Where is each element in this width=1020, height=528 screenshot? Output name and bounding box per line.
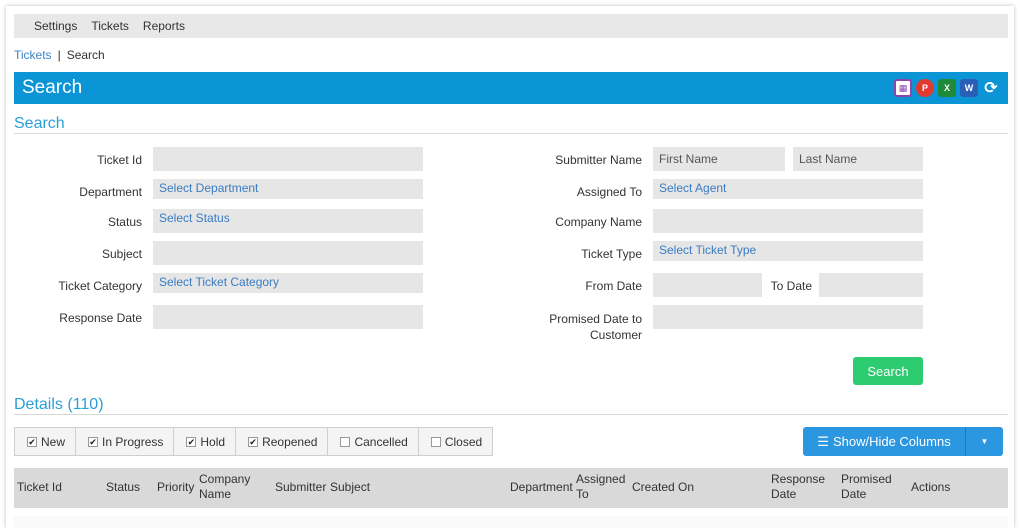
subject-input[interactable] — [153, 241, 423, 265]
promised-date-label-line1: Promised Date to — [549, 312, 642, 326]
search-section-divider — [14, 133, 1008, 134]
col-company-name[interactable]: Company Name — [199, 472, 250, 502]
refresh-icon[interactable]: ⟳ — [982, 79, 1000, 97]
submitter-name-label: Submitter Name — [555, 153, 642, 167]
status-select[interactable]: Select Status — [153, 209, 423, 233]
ticket-category-label: Ticket Category — [58, 279, 142, 293]
app-frame: Settings Tickets Reports Tickets | Search … — [6, 6, 1014, 528]
filter-new-checkbox[interactable]: ✔ — [27, 436, 37, 447]
response-date-input[interactable] — [153, 305, 423, 329]
to-date-label: To Date — [770, 279, 812, 293]
export-toolbar: ▦ P X W ⟳ — [894, 79, 1000, 97]
promised-date-label: Promised Date to Customer — [486, 311, 642, 343]
col-ticket-id[interactable]: Ticket Id — [17, 480, 62, 495]
status-filter-group: ✔ New ✔ In Progress ✔ Hold ✔ Reopened Cancel… — [14, 427, 494, 456]
filter-reopened-checkbox[interactable]: ✔ — [248, 436, 259, 447]
menu-icon: ☰ — [817, 433, 829, 449]
filter-reopened[interactable]: ✔ Reopened — [235, 427, 329, 456]
page-header: Search ▦ P X W ⟳ — [14, 72, 1008, 104]
department-label: Department — [79, 185, 142, 199]
filter-closed-checkbox[interactable] — [430, 436, 441, 447]
breadcrumb-separator: | — [57, 48, 61, 62]
columns-dropdown-toggle[interactable]: ▼ — [965, 427, 1003, 456]
show-hide-columns-label: Show/Hide Columns — [832, 434, 951, 449]
filter-new[interactable]: ✔ New — [14, 427, 77, 456]
department-select[interactable]: Select Department — [153, 179, 423, 199]
word-icon[interactable]: W — [960, 79, 978, 97]
promised-date-label-line2: Customer — [589, 328, 642, 342]
excel-icon[interactable]: X — [938, 79, 956, 97]
table-header: Ticket Id Status Priority Company Name Su… — [14, 468, 1008, 508]
assigned-to-select[interactable]: Select Agent — [653, 179, 923, 199]
col-promised-date[interactable]: Promised Date — [841, 472, 892, 502]
ticket-id-input[interactable] — [153, 147, 423, 171]
menu-tickets[interactable]: Tickets — [91, 19, 129, 33]
table-first-row — [14, 516, 1008, 528]
details-section-divider — [14, 414, 1008, 415]
filter-closed-label: Closed — [444, 434, 483, 449]
filter-hold-label: Hold — [200, 434, 226, 449]
pdf-icon[interactable]: P — [916, 79, 934, 97]
search-button[interactable]: Search — [853, 357, 923, 385]
filter-cancelled-label: Cancelled — [354, 434, 408, 449]
filter-in-progress-checkbox[interactable]: ✔ — [88, 436, 99, 447]
filter-reopened-label: Reopened — [262, 434, 318, 449]
filter-hold[interactable]: ✔ Hold — [173, 427, 237, 456]
search-section-title: Search — [14, 115, 65, 132]
page-title: Search — [22, 77, 83, 98]
filter-new-label: New — [41, 434, 66, 449]
col-subject[interactable]: Subject — [330, 480, 370, 495]
filter-hold-checkbox[interactable]: ✔ — [186, 436, 197, 447]
filter-in-progress-label: In Progress — [102, 434, 164, 449]
calendar-icon[interactable]: ▦ — [894, 79, 912, 97]
col-created-on[interactable]: Created On — [632, 480, 694, 495]
menu-settings[interactable]: Settings — [34, 19, 77, 33]
col-actions: Actions — [911, 480, 951, 494]
breadcrumb-tickets-link[interactable]: Tickets — [14, 48, 52, 62]
col-priority[interactable]: Priority — [157, 480, 194, 495]
ticket-type-label: Ticket Type — [581, 247, 642, 261]
menu-reports[interactable]: Reports — [143, 19, 185, 33]
filter-closed[interactable]: Closed — [417, 427, 494, 456]
first-name-input[interactable]: First Name — [653, 147, 785, 171]
col-status[interactable]: Status — [106, 480, 140, 495]
details-title: Details — [14, 396, 63, 413]
ticket-category-select[interactable]: Select Ticket Category — [153, 273, 423, 293]
col-department[interactable]: Department — [510, 480, 573, 495]
col-submitter[interactable]: Submitter — [275, 480, 326, 495]
promised-date-input[interactable] — [653, 305, 923, 329]
breadcrumb: Tickets | Search — [14, 48, 105, 62]
col-assigned-to[interactable]: Assigned To — [576, 472, 625, 502]
ticket-id-label: Ticket Id — [97, 153, 142, 167]
col-response-date[interactable]: Response Date — [771, 472, 825, 502]
menu-bar: Settings Tickets Reports — [14, 14, 1008, 38]
filter-cancelled[interactable]: Cancelled — [327, 427, 419, 456]
company-name-label: Company Name — [555, 215, 642, 229]
details-count: (110) — [67, 396, 104, 413]
show-hide-columns-button[interactable]: ☰ Show/Hide Columns — [803, 427, 965, 456]
response-date-label: Response Date — [59, 311, 142, 325]
status-label: Status — [107, 215, 142, 229]
from-date-label: From Date — [585, 279, 642, 293]
company-name-input[interactable] — [653, 209, 923, 233]
filter-in-progress[interactable]: ✔ In Progress — [75, 427, 175, 456]
filter-cancelled-checkbox[interactable] — [340, 436, 351, 447]
from-date-input[interactable] — [653, 273, 762, 297]
breadcrumb-current: Search — [66, 48, 105, 62]
details-section-title: Details (110) — [14, 396, 104, 414]
subject-label: Subject — [101, 247, 142, 261]
caret-down-icon: ▼ — [980, 437, 989, 446]
last-name-input[interactable]: Last Name — [793, 147, 923, 171]
assigned-to-label: Assigned To — [576, 185, 642, 199]
ticket-type-select[interactable]: Select Ticket Type — [653, 241, 923, 261]
to-date-input[interactable] — [819, 273, 923, 297]
